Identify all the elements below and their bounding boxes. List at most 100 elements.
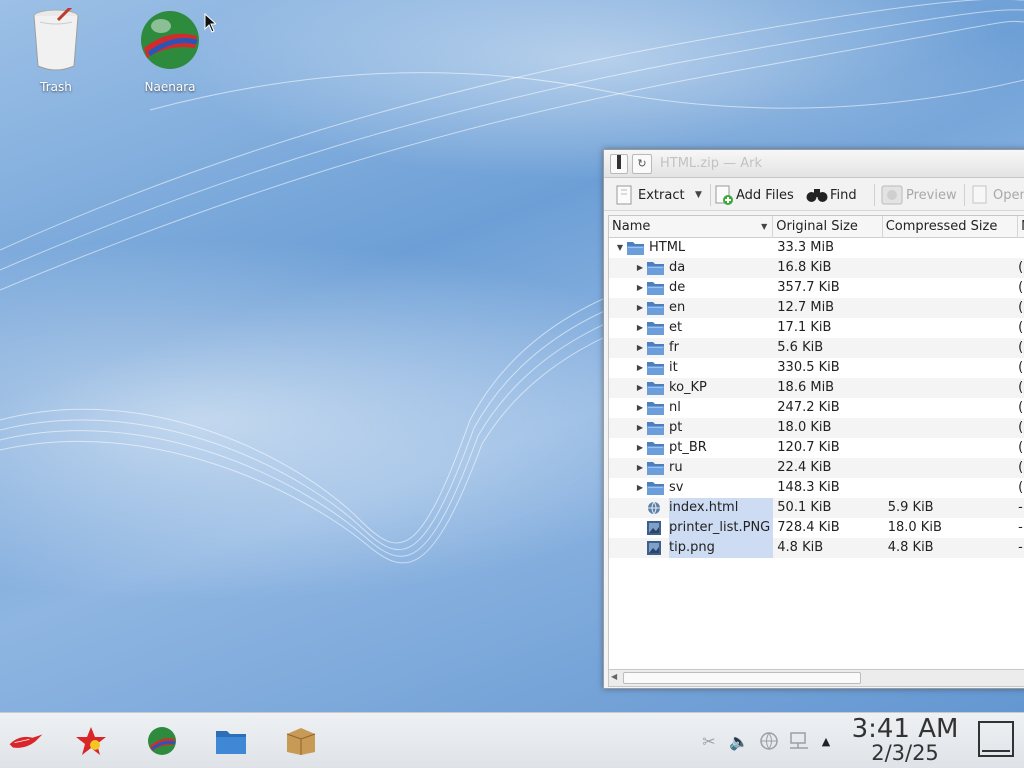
folder-icon <box>647 481 664 495</box>
table-row[interactable]: ▶ pt_BR 120.7 KiB ( <box>609 438 1024 458</box>
row-extra: - <box>1018 540 1023 555</box>
row-name-cell: ▼ HTML <box>609 238 773 258</box>
add-files-icon <box>715 185 733 205</box>
taskbar-app-file-manager[interactable] <box>213 723 249 759</box>
collapsed-arrow-icon[interactable]: ▶ <box>633 278 647 298</box>
table-header: Name ▼ Original Size Compressed Size M <box>609 216 1024 238</box>
add-files-button[interactable]: Add Files <box>714 184 794 206</box>
folder-icon <box>647 301 664 315</box>
table-row[interactable]: index.html 50.1 KiB 5.9 KiB - <box>609 498 1024 518</box>
row-name-cell: ▶ pt <box>609 418 773 438</box>
taskbar-app-archive[interactable] <box>283 723 319 759</box>
folder-icon <box>647 261 664 275</box>
taskbar-app-browser[interactable] <box>144 723 180 759</box>
row-name-cell: printer_list.PNG <box>609 518 774 538</box>
folder-icon <box>647 361 664 375</box>
table-rows: ▼ HTML 33.3 MiB ▶ da 16.8 KiB (▶ de 357.7 KiB (▶ e… <box>609 238 1024 558</box>
window-pin-button[interactable]: ↻ <box>632 154 652 174</box>
table-row[interactable]: ▶ it 330.5 KiB ( <box>609 358 1024 378</box>
row-name-cell: index.html <box>609 498 774 518</box>
application-menu-button[interactable] <box>8 723 44 759</box>
table-row[interactable]: ▶ nl 247.2 KiB ( <box>609 398 1024 418</box>
row-extra: ( <box>1018 260 1024 275</box>
desktop-icon-naenara[interactable]: Naenara <box>130 8 210 94</box>
taskbar-app-star[interactable] <box>73 723 109 759</box>
collapsed-arrow-icon[interactable]: ▶ <box>633 418 647 438</box>
collapsed-arrow-icon[interactable]: ▶ <box>633 298 647 318</box>
scroll-left-icon[interactable]: ◀ <box>611 672 617 681</box>
column-header-name[interactable]: Name ▼ <box>609 216 774 238</box>
collapsed-arrow-icon[interactable]: ▶ <box>633 438 647 458</box>
network-globe-icon <box>760 732 778 750</box>
archive-file-list[interactable]: Name ▼ Original Size Compressed Size M ▼… <box>608 215 1024 670</box>
ark-window[interactable]: ↻ HTML.zip — Ark Extract ▼ Add Files Fin… <box>603 149 1024 689</box>
tray-display[interactable] <box>787 729 811 753</box>
expanded-arrow-icon[interactable]: ▼ <box>613 238 627 258</box>
horizontal-scrollbar[interactable]: ◀ <box>608 670 1024 687</box>
collapsed-arrow-icon[interactable]: ▶ <box>633 478 647 498</box>
collapsed-arrow-icon[interactable]: ▶ <box>633 458 647 478</box>
table-row[interactable]: ▶ sv 148.3 KiB ( <box>609 478 1024 498</box>
column-header-more[interactable]: M <box>1018 216 1024 238</box>
row-compressed-size: 4.8 KiB <box>887 540 934 555</box>
extract-button[interactable]: Extract <box>614 184 685 206</box>
table-row[interactable]: ▶ fr 5.6 KiB ( <box>609 338 1024 358</box>
trash-icon <box>33 4 79 71</box>
row-original-size: 22.4 KiB <box>777 460 832 475</box>
clock-time[interactable]: 3:41 AM <box>846 714 964 744</box>
table-row[interactable]: ▶ de 357.7 KiB ( <box>609 278 1024 298</box>
collapsed-arrow-icon[interactable]: ▶ <box>633 398 647 418</box>
table-row[interactable]: ▶ ko_KP 18.6 MiB ( <box>609 378 1024 398</box>
image-file-icon <box>647 541 661 555</box>
row-name-cell: ▶ et <box>609 318 773 338</box>
row-extra <box>1018 238 1024 258</box>
show-desktop-button[interactable] <box>978 721 1014 757</box>
table-row[interactable]: ▼ HTML 33.3 MiB <box>609 238 1024 258</box>
folder-icon <box>647 281 664 295</box>
table-row[interactable]: ▶ pt 18.0 KiB ( <box>609 418 1024 438</box>
row-extra: ( <box>1018 480 1024 495</box>
scrollbar-thumb[interactable] <box>623 672 861 684</box>
table-row[interactable]: printer_list.PNG 728.4 KiB 18.0 KiB - <box>609 518 1024 538</box>
desktop-icon-trash[interactable]: Trash <box>16 4 96 94</box>
collapsed-arrow-icon[interactable]: ▶ <box>633 258 647 278</box>
row-name-cell: ▶ nl <box>609 398 773 418</box>
collapsed-arrow-icon[interactable]: ▶ <box>633 378 647 398</box>
find-button[interactable]: Find <box>806 184 857 206</box>
table-row[interactable]: ▶ et 17.1 KiB ( <box>609 318 1024 338</box>
tray-clipboard[interactable]: ✂ <box>697 729 721 753</box>
collapsed-arrow-icon[interactable]: ▶ <box>633 338 647 358</box>
table-row[interactable]: ▶ en 12.7 MiB ( <box>609 298 1024 318</box>
window-menu-button[interactable] <box>610 154 628 174</box>
row-name: et <box>669 320 683 335</box>
row-original-size: 33.3 MiB <box>777 240 835 255</box>
row-compressed-size <box>883 278 1018 298</box>
browser-globe-icon <box>148 727 176 755</box>
open-label: Open <box>993 187 1024 203</box>
tray-expand-button[interactable]: ▲ <box>814 729 838 753</box>
row-original-size: 728.4 KiB <box>777 520 840 535</box>
collapsed-arrow-icon[interactable]: ▶ <box>633 358 647 378</box>
html-file-icon <box>647 501 661 515</box>
extract-dropdown-button[interactable]: ▼ <box>695 184 702 206</box>
open-icon <box>972 185 987 204</box>
tray-network[interactable] <box>757 729 781 753</box>
table-row[interactable]: tip.png 4.8 KiB 4.8 KiB - <box>609 538 1024 558</box>
row-compressed-size <box>883 378 1018 398</box>
row-compressed-size <box>883 358 1018 378</box>
preview-button[interactable]: Preview <box>881 184 957 206</box>
desktop-icon-label: Naenara <box>144 80 196 94</box>
column-header-compressed-size[interactable]: Compressed Size <box>883 216 1019 238</box>
open-button[interactable]: Open <box>971 184 1024 206</box>
collapsed-arrow-icon[interactable]: ▶ <box>633 318 647 338</box>
table-row[interactable]: ▶ da 16.8 KiB ( <box>609 258 1024 278</box>
column-header-original-size[interactable]: Original Size <box>773 216 883 238</box>
window-titlebar[interactable]: ↻ HTML.zip — Ark <box>604 150 1024 178</box>
row-name-cell: ▶ fr <box>609 338 773 358</box>
tray-volume[interactable]: 🔈 <box>727 729 751 753</box>
clock-date[interactable]: 2/3/25 <box>846 741 964 765</box>
row-name-cell: ▶ ru <box>609 458 773 478</box>
row-name: printer_list.PNG <box>669 518 774 538</box>
row-compressed-size <box>883 318 1018 338</box>
table-row[interactable]: ▶ ru 22.4 KiB ( <box>609 458 1024 478</box>
